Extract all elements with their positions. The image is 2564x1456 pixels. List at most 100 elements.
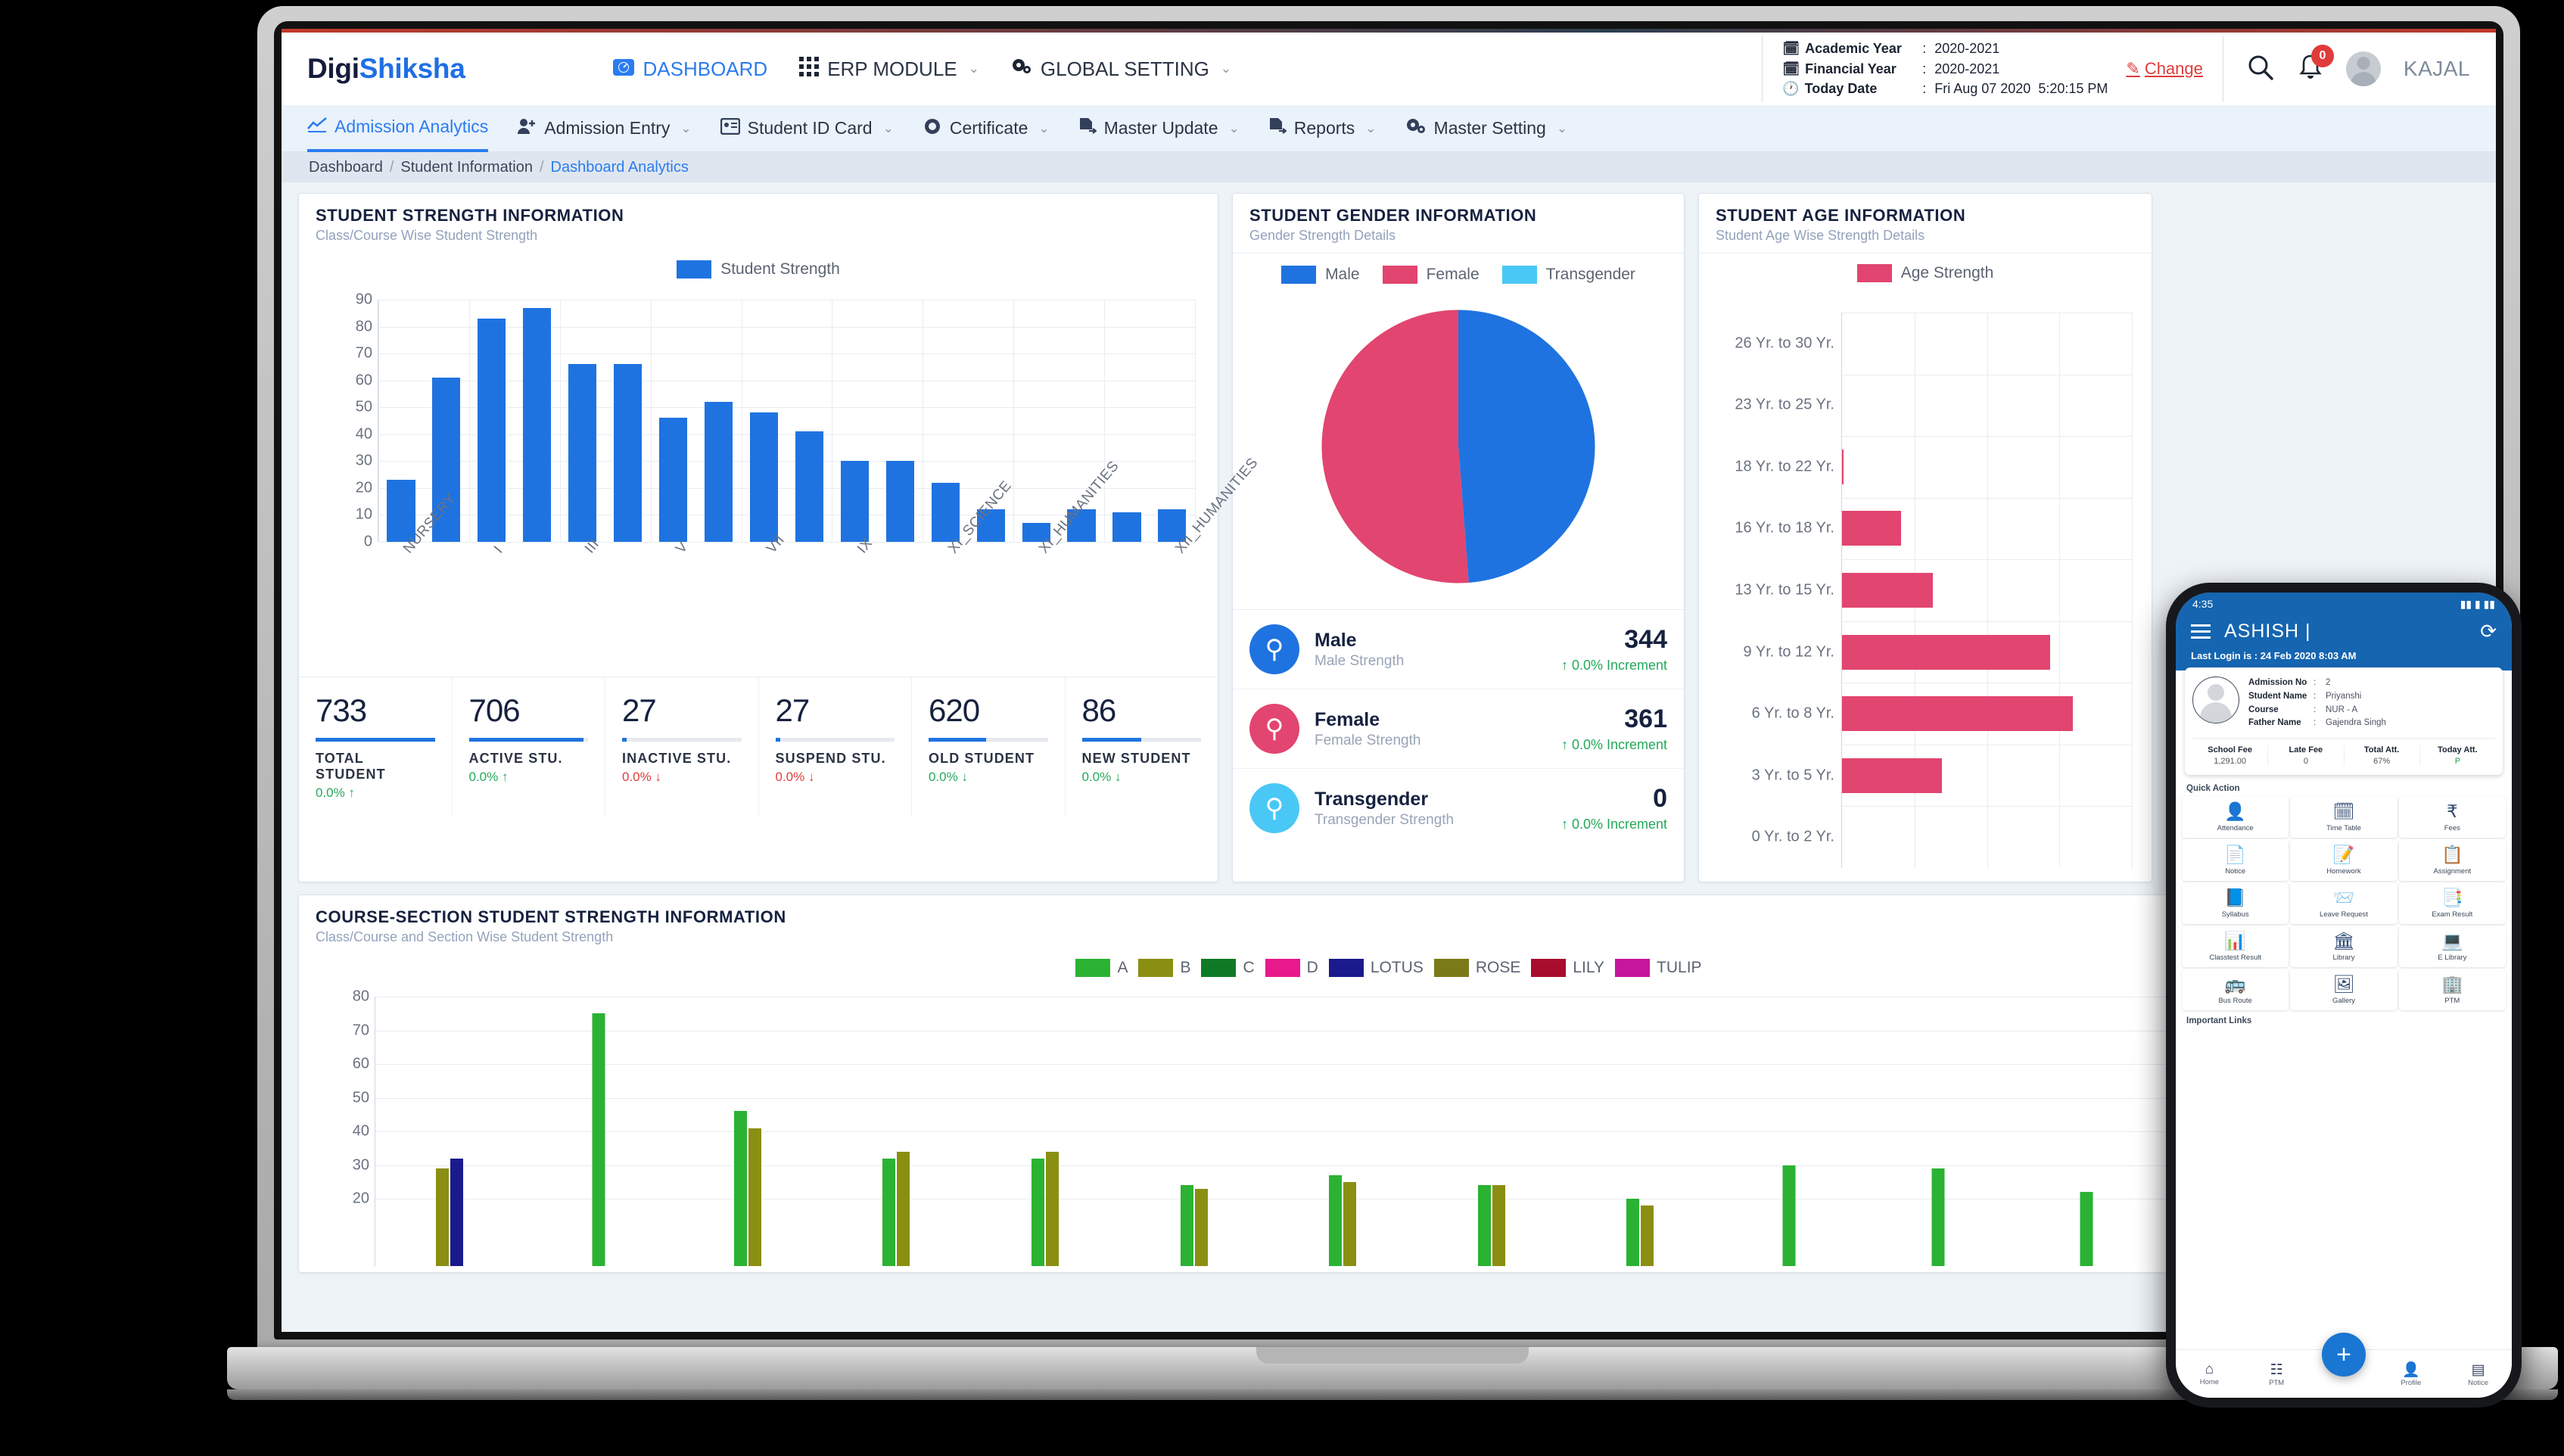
bar[interactable]: [1194, 1188, 1208, 1266]
bar[interactable]: [568, 364, 597, 542]
chevron-down-icon: ⌄: [882, 120, 894, 135]
bar[interactable]: [1112, 512, 1141, 542]
bar[interactable]: [1842, 511, 1901, 546]
bar[interactable]: [882, 1158, 896, 1266]
bar[interactable]: [1031, 1158, 1044, 1266]
bar[interactable]: [523, 307, 552, 542]
bar[interactable]: [1180, 1185, 1193, 1266]
bar[interactable]: [1842, 572, 1933, 608]
app-logo[interactable]: DigiShiksha: [307, 53, 465, 85]
bar-group: [436, 997, 464, 1266]
bar[interactable]: [704, 402, 733, 542]
clock-icon: 🕐: [1782, 81, 1800, 97]
bar-group: [1782, 997, 1796, 1266]
bar[interactable]: [1477, 1185, 1491, 1266]
quick-action-e-library[interactable]: 💻 E Library: [2398, 926, 2506, 968]
notification-bell[interactable]: 0: [2298, 44, 2334, 85]
top-nav-dashboard[interactable]: DASHBOARD: [613, 58, 767, 81]
legend-item[interactable]: D: [1265, 959, 1318, 977]
bar[interactable]: [840, 461, 869, 542]
bar[interactable]: [1842, 758, 1942, 793]
bar[interactable]: [733, 1111, 747, 1266]
bar[interactable]: [748, 1128, 761, 1266]
bar[interactable]: [592, 1013, 605, 1266]
bar[interactable]: [1343, 1181, 1357, 1266]
bar[interactable]: [2080, 1192, 2093, 1266]
transgender-icon: ⚲: [1249, 783, 1299, 833]
bar[interactable]: [749, 412, 779, 542]
legend-item[interactable]: ROSE: [1433, 959, 1520, 977]
bar[interactable]: [614, 364, 643, 542]
pie-slice[interactable]: [1458, 310, 1595, 583]
quick-action-bus-route[interactable]: 🚌 Bus Route: [2182, 969, 2289, 1011]
change-session-link[interactable]: ✎ Change: [2126, 59, 2203, 79]
add-icon[interactable]: +: [2322, 1333, 2366, 1377]
legend-item[interactable]: C: [1201, 959, 1255, 977]
top-nav-global-setting[interactable]: GLOBAL SETTING ⌄: [1011, 57, 1231, 82]
bar[interactable]: [478, 318, 506, 542]
bar[interactable]: [1329, 1174, 1343, 1266]
quick-action-homework[interactable]: 📝 Homework: [2290, 839, 2398, 882]
tab-home[interactable]: ⌂ Home: [2176, 1361, 2243, 1386]
tab-notice[interactable]: ▤ Notice: [2444, 1361, 2512, 1387]
subnav-item-master-setting[interactable]: Master Setting ⌄: [1405, 105, 1567, 152]
hamburger-icon[interactable]: [2191, 624, 2211, 639]
bar[interactable]: [1931, 1168, 1945, 1266]
search-icon[interactable]: [2246, 53, 2275, 86]
bar[interactable]: [1842, 449, 1844, 484]
bar[interactable]: [450, 1158, 464, 1266]
subnav-item-master-update[interactable]: Master Update ⌄: [1078, 105, 1240, 152]
bar[interactable]: [1641, 1205, 1654, 1266]
user-name[interactable]: KAJAL: [2404, 57, 2470, 81]
pie-slice[interactable]: [1321, 310, 1469, 583]
breadcrumb-item-0[interactable]: Dashboard: [309, 159, 383, 176]
legend-item[interactable]: LOTUS: [1328, 959, 1424, 977]
bar[interactable]: [1842, 634, 2051, 670]
bar[interactable]: [1842, 696, 2074, 732]
legend-item[interactable]: B: [1138, 959, 1190, 977]
subnav-item-student-id-card[interactable]: Student ID Card ⌄: [720, 105, 894, 152]
quick-action-classtest-result[interactable]: 📊 Classtest Result: [2182, 926, 2289, 968]
quick-action-time-table[interactable]: 🗓 Time Table: [2290, 796, 2398, 838]
quick-action-gallery[interactable]: 🖼 Gallery: [2290, 969, 2398, 1011]
bar[interactable]: [436, 1168, 450, 1266]
notification-badge: 0: [2310, 44, 2334, 67]
quick-action-notice[interactable]: 📄 Notice: [2182, 839, 2289, 882]
top-nav-erp-module[interactable]: ERP MODULE ⌄: [799, 56, 979, 82]
sync-icon[interactable]: ⟳: [2480, 620, 2497, 643]
quick-action-fees[interactable]: ₹ Fees: [2398, 796, 2506, 838]
x-axis-cell: XI_SCIENCE: [923, 478, 1015, 670]
subnav-item-certificate[interactable]: Certificate ⌄: [923, 105, 1050, 152]
fee-value: P: [2454, 757, 2461, 767]
tab-ptm[interactable]: ☷ PTM: [2243, 1361, 2310, 1387]
bar[interactable]: [1626, 1199, 1640, 1266]
quick-action-ptm[interactable]: 🏢 PTM: [2398, 969, 2506, 1011]
subnav-item-reports[interactable]: Reports ⌄: [1268, 105, 1377, 152]
legend-label: B: [1180, 959, 1191, 976]
bar[interactable]: [897, 1151, 910, 1266]
subnav-item-admission-analytics[interactable]: Admission Analytics: [307, 105, 489, 152]
academic-year-value: 2020-2021: [1934, 41, 2000, 57]
quick-action-assignment[interactable]: 📋 Assignment: [2398, 839, 2506, 882]
avatar[interactable]: [2345, 51, 2381, 86]
gears-icon: [1011, 57, 1032, 82]
quick-action-syllabus[interactable]: 📘 Syllabus: [2182, 882, 2289, 925]
legend-item[interactable]: LILY: [1531, 959, 1604, 977]
bar[interactable]: [1045, 1151, 1059, 1266]
legend-item[interactable]: TULIP: [1615, 959, 1702, 977]
bar[interactable]: [1782, 1165, 1796, 1266]
breadcrumb-item-1[interactable]: Student Information: [400, 159, 533, 176]
quick-action-exam-result[interactable]: 📑 Exam Result: [2398, 882, 2506, 925]
bar[interactable]: [885, 461, 914, 542]
tab-profile[interactable]: 👤 Profile: [2377, 1361, 2444, 1387]
colon: :: [2314, 705, 2317, 714]
subnav-item-admission-entry[interactable]: Admission Entry ⌄: [517, 105, 692, 152]
quick-action-attendance[interactable]: 👤 Attendance: [2182, 796, 2289, 838]
legend-item[interactable]: A: [1075, 959, 1128, 977]
quick-action-leave-request[interactable]: 📨 Leave Request: [2290, 882, 2398, 925]
quick-action-library[interactable]: 🏛 Library: [2290, 926, 2398, 968]
bar[interactable]: [795, 431, 823, 542]
gender-name: Male: [1315, 629, 1357, 651]
bar[interactable]: [1492, 1185, 1505, 1266]
bar[interactable]: [659, 418, 688, 542]
